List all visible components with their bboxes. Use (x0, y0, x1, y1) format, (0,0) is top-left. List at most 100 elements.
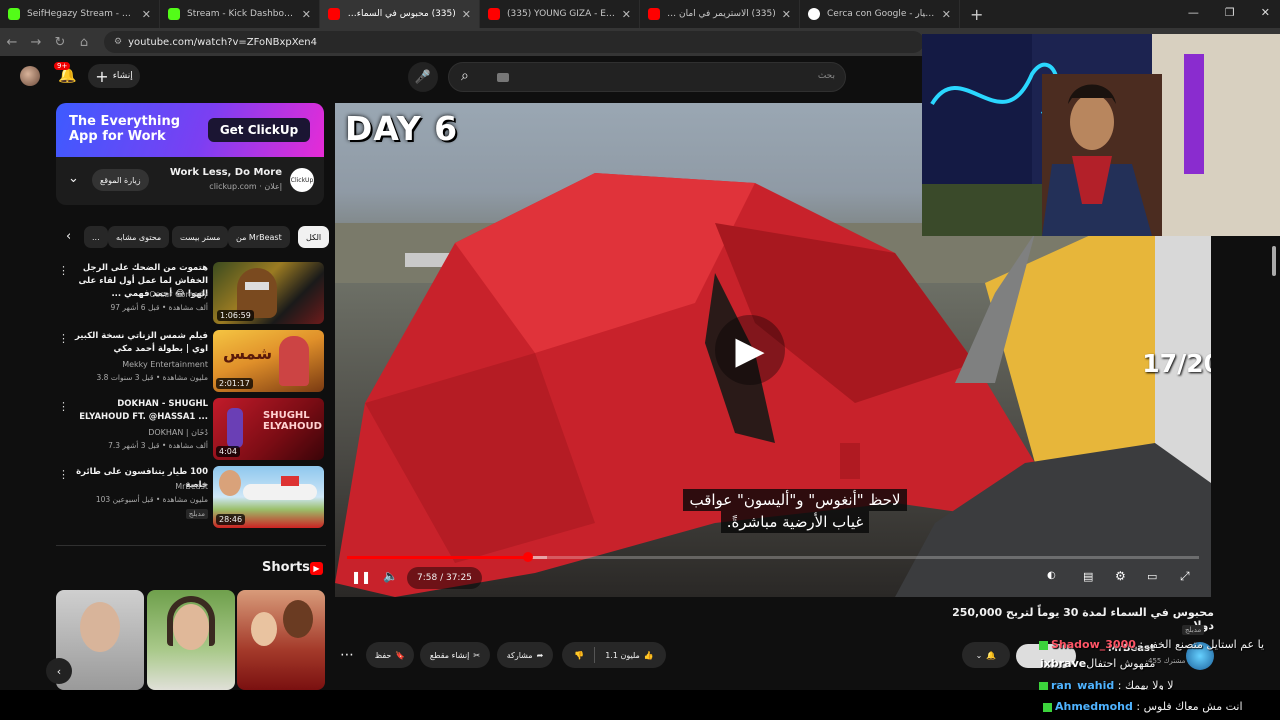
get-clickup-button[interactable]: Get ClickUp (208, 118, 310, 142)
keyboard-icon[interactable] (497, 73, 509, 82)
create-button[interactable]: + إنشاء (88, 64, 140, 88)
chat-message: يا عم استايل متصنع الخف : Shadow_3000 (1036, 638, 1264, 651)
day-overlay-label: DAY 6 (345, 109, 459, 148)
scrollbar-thumb[interactable] (1272, 246, 1276, 276)
like-count: 1.1 مليون (605, 650, 640, 660)
like-icon[interactable]: 👍 (644, 651, 654, 660)
search-input[interactable]: ⌕ بحث (448, 62, 846, 92)
theater-mode-icon[interactable]: ▭ (1147, 570, 1157, 583)
video-title: فيلم شمس الزناتي نسخة الكبير اوي | بطولة… (74, 331, 208, 354)
ad-headline: The Everything App for Work (69, 114, 181, 144)
ad-banner[interactable]: The Everything App for Work Get ClickUp (56, 103, 324, 157)
kick-favicon-icon (8, 8, 20, 20)
search-icon[interactable]: ⌕ (461, 68, 469, 84)
minimize-icon[interactable]: — (1188, 6, 1199, 19)
close-tab-icon[interactable]: ✕ (782, 8, 791, 21)
share-icon: ➦ (536, 650, 544, 660)
more-actions-icon[interactable]: ⋯ (340, 647, 354, 663)
dubbed-badge: مدبلج (185, 509, 208, 519)
short-thumbnail[interactable] (147, 590, 235, 690)
close-tab-icon[interactable]: ✕ (942, 8, 951, 21)
pause-icon[interactable]: ❚❚ (351, 570, 371, 584)
maximize-icon[interactable]: ❐ (1225, 6, 1235, 19)
close-tab-icon[interactable]: ✕ (142, 8, 151, 21)
chevron-down-icon[interactable]: ⌄ (68, 171, 79, 186)
fullscreen-icon[interactable]: ⤢ (1180, 569, 1190, 584)
list-item[interactable]: SHUGHL ELYAHOUD 4:04 ⋮ DOKHAN - SHUGHL EL… (56, 398, 326, 462)
chip-similar[interactable]: محتوى مشابه (108, 226, 170, 248)
subtitles-icon[interactable]: ▤ (1083, 570, 1093, 583)
home-icon[interactable]: ⌂ (72, 35, 96, 50)
close-tab-icon[interactable]: ✕ (302, 8, 311, 21)
url-field[interactable]: ⚙ youtube.com/watch?v=ZFoNBxpXen4 (104, 31, 924, 53)
shorts-heading: Shorts (262, 560, 310, 575)
forward-icon[interactable]: → (24, 35, 48, 50)
browser-tab[interactable]: Cerca con Google - كافيار ✕ (800, 0, 960, 28)
played-bar (347, 556, 529, 559)
progress-bar[interactable] (347, 552, 1199, 562)
list-item[interactable]: 1:06:59 ⋮ هتموت من الضحك على الرجل الخفا… (56, 262, 326, 326)
browser-tab[interactable]: (335) YOUNG GIZA - ECSTACY✕ (480, 0, 640, 28)
ad-title: Work Less, Do More (169, 167, 282, 178)
video-title: DOKHAN - SHUGHL ELYAHOUD FT. @HASSA1 ... (79, 399, 208, 422)
browser-tab-active[interactable]: (335) محبوس في السماء لمدة✕ (320, 0, 480, 28)
video-meta: 97 ألف مشاهدة • قبل 6 أشهر (110, 303, 208, 312)
sponsored-ad-card[interactable]: The Everything App for Work Get ClickUp … (56, 103, 324, 205)
dubbed-badge: مدبلج (1182, 625, 1205, 635)
channel-name[interactable]: Oscar Comedy (149, 290, 208, 299)
browser-tab[interactable]: SeifHegazy Stream - Watch Live✕ (0, 0, 160, 28)
streamer-webcam (922, 34, 1280, 236)
channel-name[interactable]: DOKHAN | دُخَان (148, 428, 208, 437)
chevron-left-icon[interactable]: ‹ (66, 229, 71, 244)
visit-site-button[interactable]: زيارة الموقع (92, 169, 149, 191)
play-icon[interactable]: ▶ (715, 315, 785, 385)
kick-badge-icon (1039, 640, 1048, 650)
notification-count: 9+ (54, 62, 71, 70)
avatar[interactable] (20, 66, 40, 86)
time-display: 7:58 / 37:25 (407, 567, 482, 589)
new-tab-button[interactable]: + (970, 5, 983, 24)
subtitle-line: غياب الأرضية مباشرةً. (720, 511, 870, 533)
close-window-icon[interactable]: ✕ (1261, 6, 1270, 19)
chip-mrbeast-ar[interactable]: مستر بيست (172, 226, 229, 248)
reload-icon[interactable]: ↻ (48, 35, 72, 50)
chip-more[interactable]: ... (84, 226, 108, 248)
share-button[interactable]: مشاركة ➦ (497, 642, 553, 668)
channel-name[interactable]: Mekky Entertainment (122, 360, 208, 369)
close-tab-icon[interactable]: ✕ (622, 8, 631, 21)
bell-icon: 🔔 (986, 650, 997, 660)
browser-tab[interactable]: Stream - Kick Dashboard ✕ (160, 0, 320, 28)
dislike-icon[interactable]: 👎 (574, 651, 584, 660)
chat-message: انت مش معاك فلوس : Ahmedmohd (1040, 700, 1243, 713)
duration-badge: 4:04 (216, 446, 240, 457)
short-thumbnail[interactable] (237, 590, 325, 690)
save-button[interactable]: حفظ 🔖 (366, 642, 414, 668)
scrollbar[interactable] (1270, 236, 1278, 690)
notifications-bell-icon[interactable]: 🔔 9+ (54, 62, 77, 84)
subscription-bell-button[interactable]: ⌄ 🔔 (962, 642, 1010, 668)
clip-button[interactable]: إنشاء مقطع ✂ (420, 642, 490, 668)
site-info-icon[interactable]: ⚙ (114, 37, 122, 47)
voice-search-icon[interactable]: 🎤 (408, 62, 438, 92)
list-item[interactable]: 28:46 ⋮ 100 طيار يتنافسون على طائرة خاصة… (56, 466, 326, 530)
shorts-prev-button[interactable]: ‹ (46, 658, 72, 684)
settings-gear-icon[interactable]: ⚙ (1115, 569, 1126, 583)
list-item[interactable]: شمس 2:01:17 ⋮ فيلم شمس الزناتي نسخة الكب… (56, 330, 326, 394)
kick-favicon-icon (168, 8, 180, 20)
volume-icon[interactable]: 🔈 (383, 569, 398, 583)
bookmark-icon: 🔖 (395, 650, 406, 660)
browser-tab-bar: SeifHegazy Stream - Watch Live✕ Stream -… (0, 0, 1280, 28)
clickup-logo: ClickUp (290, 168, 314, 192)
like-dislike-group: 👎 1.1 مليون 👍 (562, 642, 666, 668)
youtube-favicon-icon (648, 8, 660, 20)
chip-from-mrbeast[interactable]: من MrBeast (228, 226, 290, 248)
duration-badge: 1:06:59 (217, 310, 254, 321)
scissors-icon: ✂ (473, 650, 481, 660)
chat-message: مفهوش احتفالixbrave (1040, 657, 1156, 670)
browser-tab[interactable]: (335) الاستريمر في امان مع سيد✕ (640, 0, 800, 28)
close-tab-icon[interactable]: ✕ (462, 8, 471, 21)
back-icon[interactable]: ← (0, 35, 24, 50)
channel-name[interactable]: MrBeast (175, 482, 208, 491)
chip-all[interactable]: الكل (298, 226, 330, 248)
autoplay-toggle-icon[interactable]: ◐ (1047, 570, 1056, 581)
